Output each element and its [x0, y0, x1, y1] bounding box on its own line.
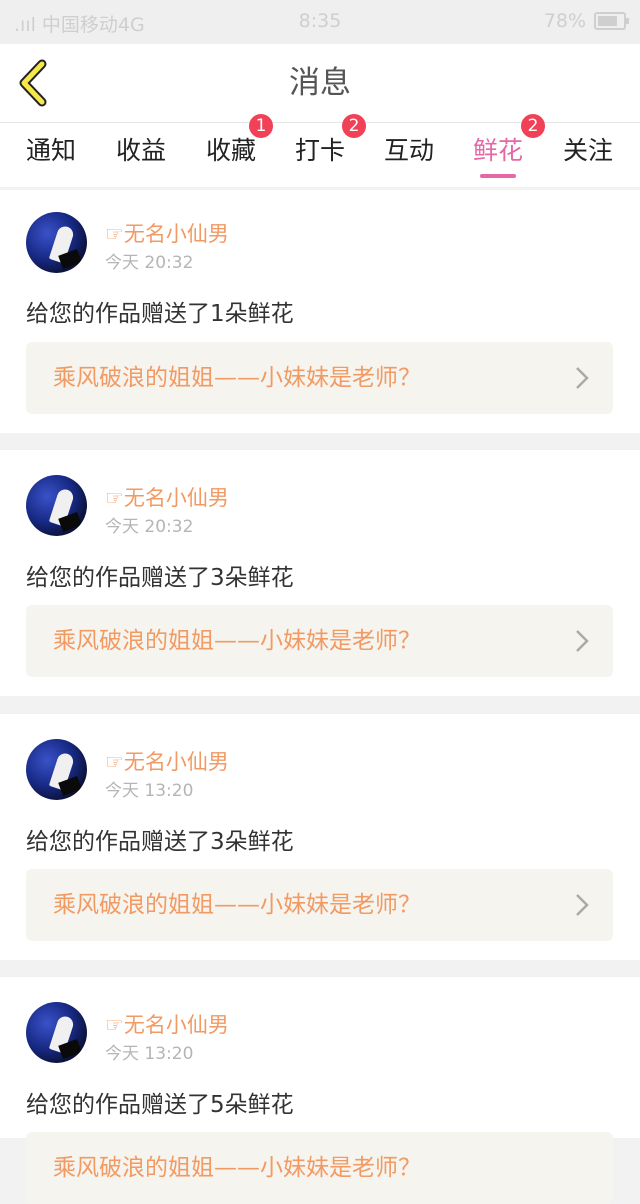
tab-earnings[interactable]: 收益: [101, 123, 181, 187]
tab-interaction[interactable]: 互动: [369, 123, 449, 187]
tab-checkin[interactable]: 打卡 2: [280, 114, 366, 187]
tab-label: 打卡: [294, 136, 345, 165]
message-text: 给您的作品赠送了3朵鲜花: [26, 565, 294, 591]
unread-badge: 1: [249, 114, 273, 138]
message-card: ☞无名小仙男 今天 13:20 给您的作品赠送了3朵鲜花 乘风破浪的姐姐——小妹…: [0, 714, 640, 960]
message-time: 今天 20:32: [105, 517, 194, 537]
tab-label: 鲜花: [472, 136, 523, 165]
battery-level: [598, 16, 617, 26]
status-bar: .ııl 中国移动4G 8:35 78%: [0, 0, 640, 44]
chevron-right-icon: [576, 894, 589, 916]
battery-percent: 78%: [543, 10, 586, 32]
message-card: ☞无名小仙男 今天 20:32 给您的作品赠送了3朵鲜花 乘风破浪的姐姐——小妹…: [0, 450, 640, 696]
sender-name[interactable]: ☞无名小仙男: [105, 482, 229, 512]
avatar[interactable]: [26, 475, 87, 536]
message-card: ☞无名小仙男 今天 13:20 给您的作品赠送了5朵鲜花 乘风破浪的姐姐——小妹…: [0, 977, 640, 1204]
message-time: 今天 13:20: [105, 1044, 194, 1064]
work-title: 乘风破浪的姐姐——小妹妹是老师？: [53, 892, 421, 918]
work-link[interactable]: 乘风破浪的姐姐——小妹妹是老师？: [26, 605, 613, 677]
message-card: ☞无名小仙男 今天 20:32 给您的作品赠送了1朵鲜花 乘风破浪的姐姐——小妹…: [0, 190, 640, 433]
work-link[interactable]: 乘风破浪的姐姐——小妹妹是老师？: [26, 342, 613, 414]
work-title: 乘风破浪的姐姐——小妹妹是老师？: [53, 1155, 421, 1181]
chevron-right-icon: [576, 367, 589, 389]
page-title: 消息: [289, 65, 351, 101]
work-link[interactable]: 乘风破浪的姐姐——小妹妹是老师？: [26, 1132, 613, 1204]
work-title: 乘风破浪的姐姐——小妹妹是老师？: [53, 365, 421, 391]
message-time: 今天 13:20: [105, 781, 194, 801]
message-tabs: 通知 收益 收藏 1 打卡 2 互动 鲜花 2 关注: [0, 114, 640, 187]
message-text: 给您的作品赠送了1朵鲜花: [26, 301, 294, 327]
tab-label: 关注: [562, 136, 613, 165]
tab-flowers[interactable]: 鲜花 2: [458, 114, 545, 187]
sender-name[interactable]: ☞无名小仙男: [105, 1009, 229, 1039]
sender-name[interactable]: ☞无名小仙男: [105, 218, 229, 248]
tab-favorites[interactable]: 收藏 1: [191, 114, 273, 187]
sender-name[interactable]: ☞无名小仙男: [105, 746, 229, 776]
status-right: 78%: [543, 10, 629, 32]
tab-notice[interactable]: 通知: [11, 123, 91, 187]
unread-badge: 2: [521, 114, 545, 138]
tab-label: 通知: [25, 136, 76, 165]
chevron-right-icon: [576, 630, 589, 652]
nav-bar: 消息: [0, 44, 640, 123]
avatar[interactable]: [26, 1002, 87, 1063]
tab-label: 收藏: [205, 136, 256, 165]
message-time: 今天 20:32: [105, 253, 194, 273]
unread-badge: 2: [342, 114, 366, 138]
battery-icon: [594, 12, 629, 30]
tab-label: 收益: [115, 136, 166, 165]
work-link[interactable]: 乘风破浪的姐姐——小妹妹是老师？: [26, 869, 613, 941]
avatar[interactable]: [26, 212, 87, 273]
message-text: 给您的作品赠送了5朵鲜花: [26, 1092, 294, 1118]
message-text: 给您的作品赠送了3朵鲜花: [26, 829, 294, 855]
tab-follow[interactable]: 关注: [548, 123, 628, 187]
tab-label: 互动: [383, 136, 434, 165]
work-title: 乘风破浪的姐姐——小妹妹是老师？: [53, 628, 421, 654]
active-tab-indicator: [480, 174, 516, 178]
avatar[interactable]: [26, 739, 87, 800]
